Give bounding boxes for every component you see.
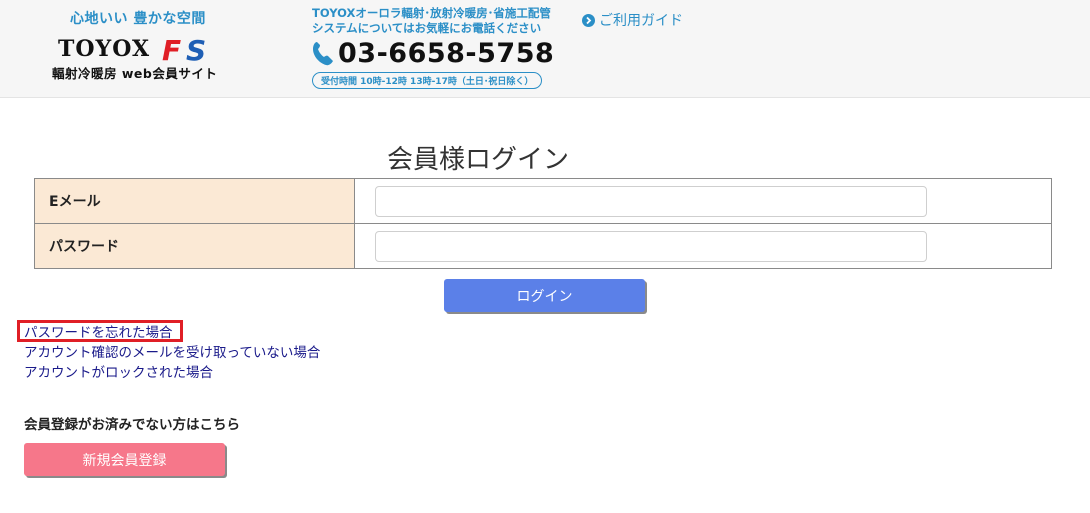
password-label: パスワード (34, 223, 355, 269)
email-label: Eメール (34, 178, 355, 224)
help-links: パスワードを忘れた場合 アカウント確認のメールを受け取っていない場合 アカウント… (24, 323, 320, 383)
business-hours-badge: 受付時間 10時-12時 13時-17時（土日･祝日除く） (312, 72, 543, 89)
fs-logo-icon: F S (162, 34, 206, 64)
phone-number[interactable]: 03-6658-5758 (338, 38, 554, 69)
page-title: 会員様ログイン (386, 145, 569, 176)
phone-icon (313, 42, 333, 66)
login-form: Eメール パスワード (34, 178, 1052, 269)
register-heading: 会員登録がお済みでない方はこちら (24, 417, 240, 433)
usage-guide-link[interactable]: ご利用ガイド (582, 10, 683, 30)
password-cell (354, 223, 1052, 269)
login-button[interactable]: ログイン (444, 279, 645, 312)
phone-row: 03-6658-5758 (312, 37, 557, 69)
email-row: Eメール (34, 178, 1052, 224)
logo-tagline: 心地いい 豊かな空間 (70, 11, 206, 27)
register-button[interactable]: 新規会員登録 (24, 443, 225, 476)
contact-info: TOYOXオーロラ輻射･放射冷暖房･省施工配管 システムについてはお気軽にお電話… (312, 6, 557, 94)
password-field[interactable] (375, 230, 927, 262)
forgot-password-link[interactable]: パスワードを忘れた場合 (24, 323, 320, 343)
chevron-right-circle-icon (582, 13, 595, 27)
brand-row: TOYOX F S (58, 34, 222, 64)
usage-guide-label: ご利用ガイド (599, 13, 683, 29)
contact-line-2: システムについてはお気軽にお電話ください (312, 21, 542, 35)
resend-confirmation-link[interactable]: アカウント確認のメールを受け取っていない場合 (24, 343, 320, 363)
fs-logo-letter-f: F (162, 34, 181, 64)
contact-line-1: TOYOXオーロラ輻射･放射冷暖房･省施工配管 (312, 6, 551, 20)
site-header: 心地いい 豊かな空間 TOYOX F S 輻射冷暖房 web会員サイト TOYO… (0, 0, 1090, 98)
password-row: パスワード (34, 223, 1052, 269)
fs-logo-letter-s: S (186, 34, 206, 64)
email-field[interactable] (375, 185, 927, 217)
site-logo[interactable]: 心地いい 豊かな空間 TOYOX F S 輻射冷暖房 web会員サイト (46, 6, 246, 86)
email-cell (354, 178, 1052, 224)
unlock-account-link[interactable]: アカウントがロックされた場合 (24, 363, 320, 383)
logo-subtitle: 輻射冷暖房 web会員サイト (52, 66, 218, 81)
brand-name: TOYOX (58, 36, 151, 62)
